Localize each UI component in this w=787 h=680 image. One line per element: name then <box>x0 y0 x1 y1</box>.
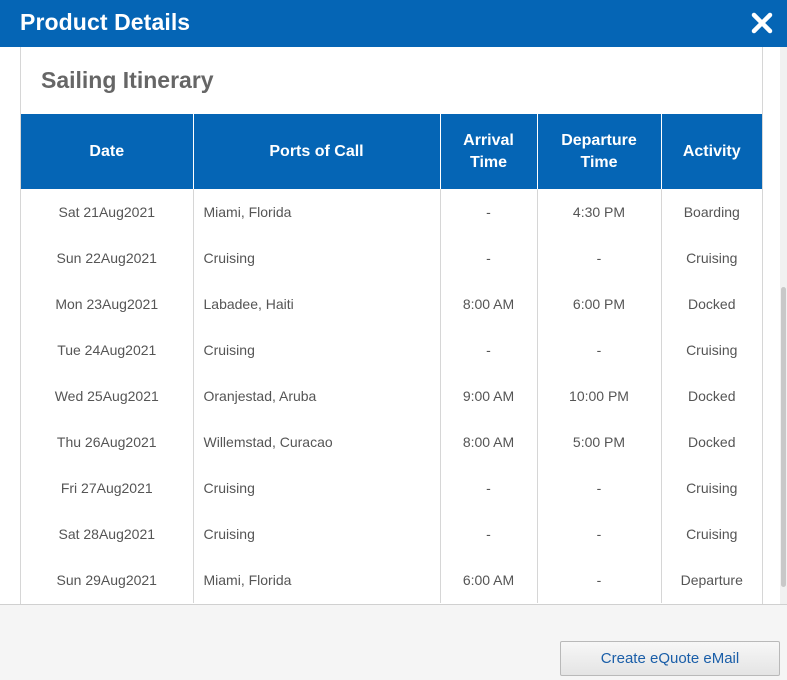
cell-activity: Docked <box>688 434 736 450</box>
cell-port: Cruising <box>193 465 441 511</box>
cell-departure: 5:00 PM <box>537 419 662 465</box>
cell-departure: - <box>537 511 662 557</box>
cell-activity: Cruising <box>686 342 738 358</box>
cell-arrival: 8:00 AM <box>440 419 538 465</box>
cell-date: Thu 26Aug2021 <box>21 419 194 465</box>
cell-activity: Boarding <box>683 204 740 220</box>
table-row: Sat 28Aug2021 Cruising - - Cruising <box>21 511 762 557</box>
table-row: Sun 22Aug2021 Cruising - - Cruising <box>21 235 762 281</box>
cell-activity: Cruising <box>686 250 738 266</box>
scrollbar-thumb[interactable] <box>781 287 786 587</box>
cell-date: Mon 23Aug2021 <box>21 281 194 327</box>
cell-port: Miami, Florida <box>193 557 441 603</box>
cell-date: Sun 29Aug2021 <box>21 557 194 603</box>
cell-date: Sat 28Aug2021 <box>21 511 194 557</box>
table-row: Fri 27Aug2021 Cruising - - Cruising <box>21 465 762 511</box>
itinerary-card: Sailing Itinerary Date Ports of Call Arr… <box>20 47 763 604</box>
table-row: Thu 26Aug2021 Willemstad, Curacao 8:00 AM 5… <box>21 419 762 465</box>
cell-departure: - <box>537 557 662 603</box>
scrollbar-track[interactable] <box>780 47 787 604</box>
cell-port: Cruising <box>193 511 441 557</box>
column-header-ports: Ports of Call <box>193 114 441 189</box>
modal-footer: Create eQuote eMail <box>0 604 787 680</box>
cell-port: Willemstad, Curacao <box>193 419 441 465</box>
cell-arrival: - <box>440 235 538 281</box>
column-header-arrival: Arrival Time <box>440 114 538 189</box>
table-row: Sat 21Aug2021 Miami, Florida -4:30 PM Board… <box>21 189 762 235</box>
modal-titlebar: Product Details <box>0 0 787 47</box>
cell-departure: 4:30 PM <box>537 189 662 235</box>
cell-date: Tue 24Aug2021 <box>21 327 194 373</box>
cell-arrival: 8:00 AM <box>440 281 538 327</box>
cell-arrival: 9:00 AM <box>440 373 538 419</box>
cell-activity: Cruising <box>686 526 738 542</box>
cell-date: Fri 27Aug2021 <box>21 465 194 511</box>
modal-body: Sailing Itinerary Date Ports of Call Arr… <box>0 47 787 604</box>
cell-arrival: 6:00 AM <box>440 557 538 603</box>
cell-activity: Docked <box>688 296 736 312</box>
cell-activity: Cruising <box>686 480 738 496</box>
section-title: Sailing Itinerary <box>41 67 214 93</box>
cell-departure: - <box>537 465 662 511</box>
product-details-modal: Product Details Sailing Itinerary Date P… <box>0 0 787 680</box>
cell-arrival: - <box>440 465 538 511</box>
cell-date: Sat 21Aug2021 <box>21 189 194 235</box>
cell-port: Cruising <box>193 327 441 373</box>
cell-activity: Docked <box>688 388 736 404</box>
create-equote-email-button[interactable]: Create eQuote eMail <box>560 641 780 676</box>
table-row: Wed 25Aug2021 Oranjestad, Aruba 9:00 AM 10:… <box>21 373 762 419</box>
cell-port: Miami, Florida <box>193 189 441 235</box>
column-header-activity: Activity <box>661 114 762 189</box>
cell-arrival: - <box>440 511 538 557</box>
cell-port: Cruising <box>193 235 441 281</box>
table-header-row: Date Ports of Call Arrival Time Departur… <box>21 114 762 189</box>
table-body: Sat 21Aug2021 Miami, Florida -4:30 PM Board… <box>21 189 762 603</box>
column-header-date: Date <box>21 114 194 189</box>
column-header-departure: Departure Time <box>537 114 662 189</box>
cell-activity: Departure <box>680 572 743 588</box>
cell-date: Wed 25Aug2021 <box>21 373 194 419</box>
itinerary-table: Date Ports of Call Arrival Time Departur… <box>21 114 762 603</box>
cell-departure: 6:00 PM <box>537 281 662 327</box>
modal-title: Product Details <box>20 9 191 35</box>
cell-departure: - <box>537 235 662 281</box>
close-icon[interactable] <box>749 10 775 36</box>
table-row: Sun 29Aug2021 Miami, Florida 6:00 AM - Depar… <box>21 557 762 603</box>
table-row: Tue 24Aug2021 Cruising - - Cruising <box>21 327 762 373</box>
cell-departure: - <box>537 327 662 373</box>
cell-departure: 10:00 PM <box>537 373 662 419</box>
cell-port: Labadee, Haiti <box>193 281 441 327</box>
cell-arrival: - <box>440 189 538 235</box>
cell-port: Oranjestad, Aruba <box>193 373 441 419</box>
table-row: Mon 23Aug2021 Labadee, Haiti 8:00 AM 6:00 P… <box>21 281 762 327</box>
cell-arrival: - <box>440 327 538 373</box>
cell-date: Sun 22Aug2021 <box>21 235 194 281</box>
